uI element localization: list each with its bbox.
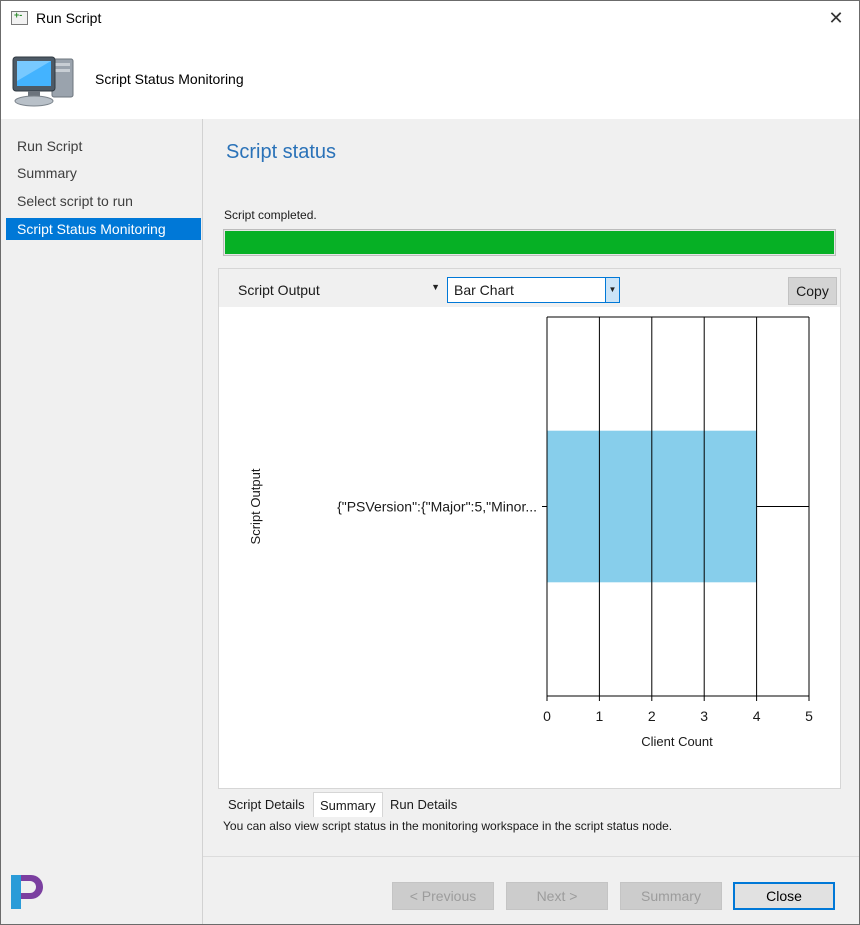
footer-divider: [203, 856, 859, 857]
nav-item-summary[interactable]: Summary: [6, 162, 201, 184]
nav-item-run-script[interactable]: Run Script: [6, 135, 201, 157]
chevron-down-icon: ▼: [431, 282, 440, 292]
output-type-value: Script Output: [238, 282, 320, 298]
output-panel: Script Output ▼ Bar Chart ▼ Copy 0 1 2 3 4 5 {…: [218, 268, 841, 789]
next-button[interactable]: Next >: [506, 882, 608, 910]
x-axis-label: Client Count: [641, 734, 713, 749]
chart-type-value: Bar Chart: [454, 282, 514, 298]
x-tick-label: 4: [753, 708, 761, 724]
tab-strip: Script Details Summary Run Details: [222, 792, 842, 817]
wizard-nav: Run Script Summary Select script to run …: [1, 119, 203, 924]
page-title: Script status: [226, 141, 337, 163]
wizard-header: Script Status Monitoring: [1, 35, 859, 119]
info-text: You can also view script status in the m…: [223, 819, 673, 833]
tab-summary[interactable]: Summary: [313, 792, 383, 817]
nav-item-script-status-monitoring[interactable]: Script Status Monitoring: [6, 218, 201, 240]
nav-item-select-script[interactable]: Select script to run: [6, 190, 201, 212]
close-window-icon[interactable]: ✕: [813, 1, 859, 35]
title-bar: Run Script ✕: [1, 1, 859, 35]
tab-run-details[interactable]: Run Details: [384, 794, 463, 815]
chevron-down-icon[interactable]: ▼: [605, 278, 619, 302]
previous-button[interactable]: < Previous: [392, 882, 494, 910]
header-title: Script Status Monitoring: [95, 71, 244, 87]
computer-icon: [12, 56, 74, 107]
bar-chart: 0 1 2 3 4 5 {"PSVersion":{"Major":5,"Minor... C…: [248, 316, 813, 749]
main-content: Script status Script completed. Script O…: [203, 119, 859, 924]
y-axis-label: Script Output: [248, 468, 263, 544]
run-script-dialog: Run Script ✕ Script Status Monitoring Ru…: [0, 0, 860, 925]
brand-logo-icon: [11, 875, 43, 909]
output-toolbar: Script Output ▼ Bar Chart ▼ Copy: [219, 269, 840, 307]
progress-bar: [223, 229, 836, 256]
x-tick-label: 1: [596, 708, 604, 724]
output-type-dropdown[interactable]: Script Output ▼: [225, 277, 446, 303]
x-tick-label: 3: [700, 708, 708, 724]
x-tick-label: 2: [648, 708, 656, 724]
copy-button[interactable]: Copy: [788, 277, 837, 305]
chart-type-dropdown[interactable]: Bar Chart ▼: [447, 277, 620, 303]
x-tick-label: 0: [543, 708, 551, 724]
run-script-app-icon: [11, 10, 28, 25]
category-label: {"PSVersion":{"Major":5,"Minor...: [337, 499, 537, 515]
close-button[interactable]: Close: [733, 882, 835, 910]
progress-fill: [225, 231, 834, 254]
window-title: Run Script: [36, 10, 102, 26]
status-text: Script completed.: [224, 208, 317, 222]
summary-button[interactable]: Summary: [620, 882, 722, 910]
tab-script-details[interactable]: Script Details: [222, 794, 311, 815]
x-tick-label: 5: [805, 708, 813, 724]
